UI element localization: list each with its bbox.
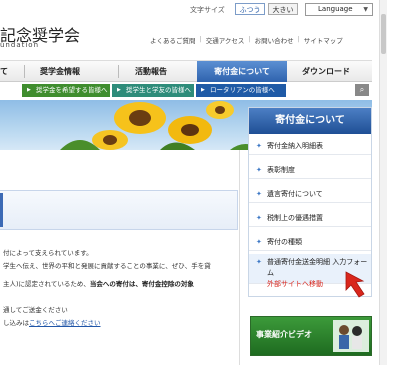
nav-item-scholarship-info[interactable]: 奨学金情報 — [40, 61, 110, 82]
triangle-right-icon: ▶ — [27, 87, 31, 93]
header-link-sitemap[interactable]: サイトマップ — [304, 35, 343, 45]
page-scrollbar[interactable] — [379, 0, 387, 365]
chevron-down-icon: ▼ — [363, 6, 368, 13]
subnav-label: ロータリアンの皆様へ — [210, 86, 275, 94]
heading-accent-bar — [0, 193, 3, 227]
red-arrow-icon — [345, 271, 365, 298]
divider: | — [297, 35, 300, 43]
star-bullet-icon: ✦ — [256, 258, 262, 266]
font-size-normal-button[interactable]: ふつう — [235, 3, 265, 15]
triangle-right-icon: ▶ — [117, 87, 121, 93]
main-content: 付によって支えられています。 学生へ伝え、世界の平和と発展に貢献することの事業に… — [0, 150, 240, 365]
content-line: 通してご送金ください — [3, 306, 68, 314]
sidebar-item-bequest[interactable]: ✦ 遺言寄付について — [249, 189, 371, 203]
video-banner-label: 事業紹介ビデオ — [256, 330, 312, 339]
header-links: よくあるご質問 | 交通アクセス | お問い合わせ | サイトマップ — [150, 35, 343, 45]
sidebar-item-awards[interactable]: ✦ 表彰制度 — [249, 165, 371, 179]
header-link-faq[interactable]: よくあるご質問 — [150, 35, 196, 45]
video-thumbnail — [333, 320, 369, 352]
sidebar-item-tax-benefits[interactable]: ✦ 税制上の優遇措置 — [249, 213, 371, 227]
nav-item-partial[interactable]: て — [0, 61, 20, 82]
nav-item-download[interactable]: ダウンロード — [302, 61, 362, 82]
external-site-link[interactable]: 外部サイトへ移動 — [267, 280, 323, 288]
subnav-scholars[interactable]: ▶ 奨学生と学友の皆様へ — [112, 84, 194, 97]
divider: | — [248, 35, 251, 43]
content-line: 主人)に認定されているため、当会への寄付は、寄付金控除の対象 — [3, 278, 194, 288]
sidebar-title: 寄付金について — [249, 108, 371, 134]
language-select[interactable]: Language ▼ — [305, 3, 373, 16]
language-label: Language — [318, 5, 353, 13]
content-line-text: し込みは — [3, 319, 29, 327]
main-nav: て 奨学金情報 活動報告 寄付金について ダウンロード — [0, 60, 372, 82]
star-bullet-icon: ✦ — [256, 214, 262, 222]
scrollbar-thumb[interactable] — [381, 14, 386, 54]
sidebar-item-label: 寄付の種類 — [267, 238, 302, 246]
people-icon — [339, 325, 362, 349]
sidebar-item-label: 遺言寄付について — [267, 190, 323, 198]
sidebar-item-donation-types[interactable]: ✦ 寄付の種類 — [249, 237, 371, 251]
star-bullet-icon: ✦ — [256, 190, 262, 198]
nav-item-activity-report[interactable]: 活動報告 — [135, 61, 195, 82]
star-bullet-icon: ✦ — [256, 238, 262, 246]
sidebar-item-label: 表彰制度 — [267, 166, 295, 174]
subnav-rotarians[interactable]: ▶ ロータリアンの皆様へ — [196, 84, 286, 97]
header-link-access[interactable]: 交通アクセス — [206, 35, 245, 45]
content-line: し込みはこちらへご連絡ください — [3, 317, 101, 327]
subnav-applicants[interactable]: ▶ 奨学金を希望する皆様へ — [22, 84, 110, 97]
font-size-large-button[interactable]: 大きい — [268, 3, 298, 15]
content-line: 学生へ伝え、世界の平和と発展に貢献することの事業に、ぜひ、手を貸 — [3, 262, 211, 270]
section-heading-box — [0, 190, 238, 230]
divider: | — [199, 35, 202, 43]
sidebar-item-label: 税制上の優遇措置 — [267, 214, 323, 222]
emphasized-text: 当会への寄付は、寄付金控除の対象 — [89, 280, 194, 288]
search-icon[interactable]: ⌕ — [355, 84, 369, 96]
divider — [24, 65, 25, 78]
video-banner[interactable]: 事業紹介ビデオ — [250, 316, 372, 356]
subnav-label: 奨学金を希望する皆様へ — [36, 86, 108, 94]
triangle-right-icon: ▶ — [201, 87, 205, 93]
sub-nav: ▶ 奨学金を希望する皆様へ ▶ 奨学生と学友の皆様へ ▶ ロータリアンの皆様へ — [0, 82, 372, 98]
star-bullet-icon: ✦ — [256, 142, 262, 150]
divider — [118, 65, 119, 78]
content-line-text: 主人)に認定されているため、当会への寄付は、寄付金控除の対象 — [3, 280, 194, 288]
subnav-label: 奨学生と学友の皆様へ — [126, 86, 191, 94]
star-bullet-icon: ✦ — [256, 166, 262, 174]
font-size-label: 文字サイズ — [190, 6, 225, 14]
header-link-contact[interactable]: お問い合わせ — [255, 35, 294, 45]
nav-item-donation[interactable]: 寄付金について — [197, 61, 287, 82]
content-line: 付によって支えられています。 — [3, 249, 93, 257]
sidebar-item-label: 寄付金納入明細表 — [267, 142, 323, 150]
site-logo-subtitle: undation — [0, 41, 40, 49]
sidebar-item-donation-statement[interactable]: ✦ 寄付金納入明細表 — [249, 141, 371, 155]
utility-bar: 文字サイズ ふつう 大きい Language ▼ — [0, 3, 404, 17]
contact-link[interactable]: こちらへご連絡ください — [29, 319, 101, 327]
